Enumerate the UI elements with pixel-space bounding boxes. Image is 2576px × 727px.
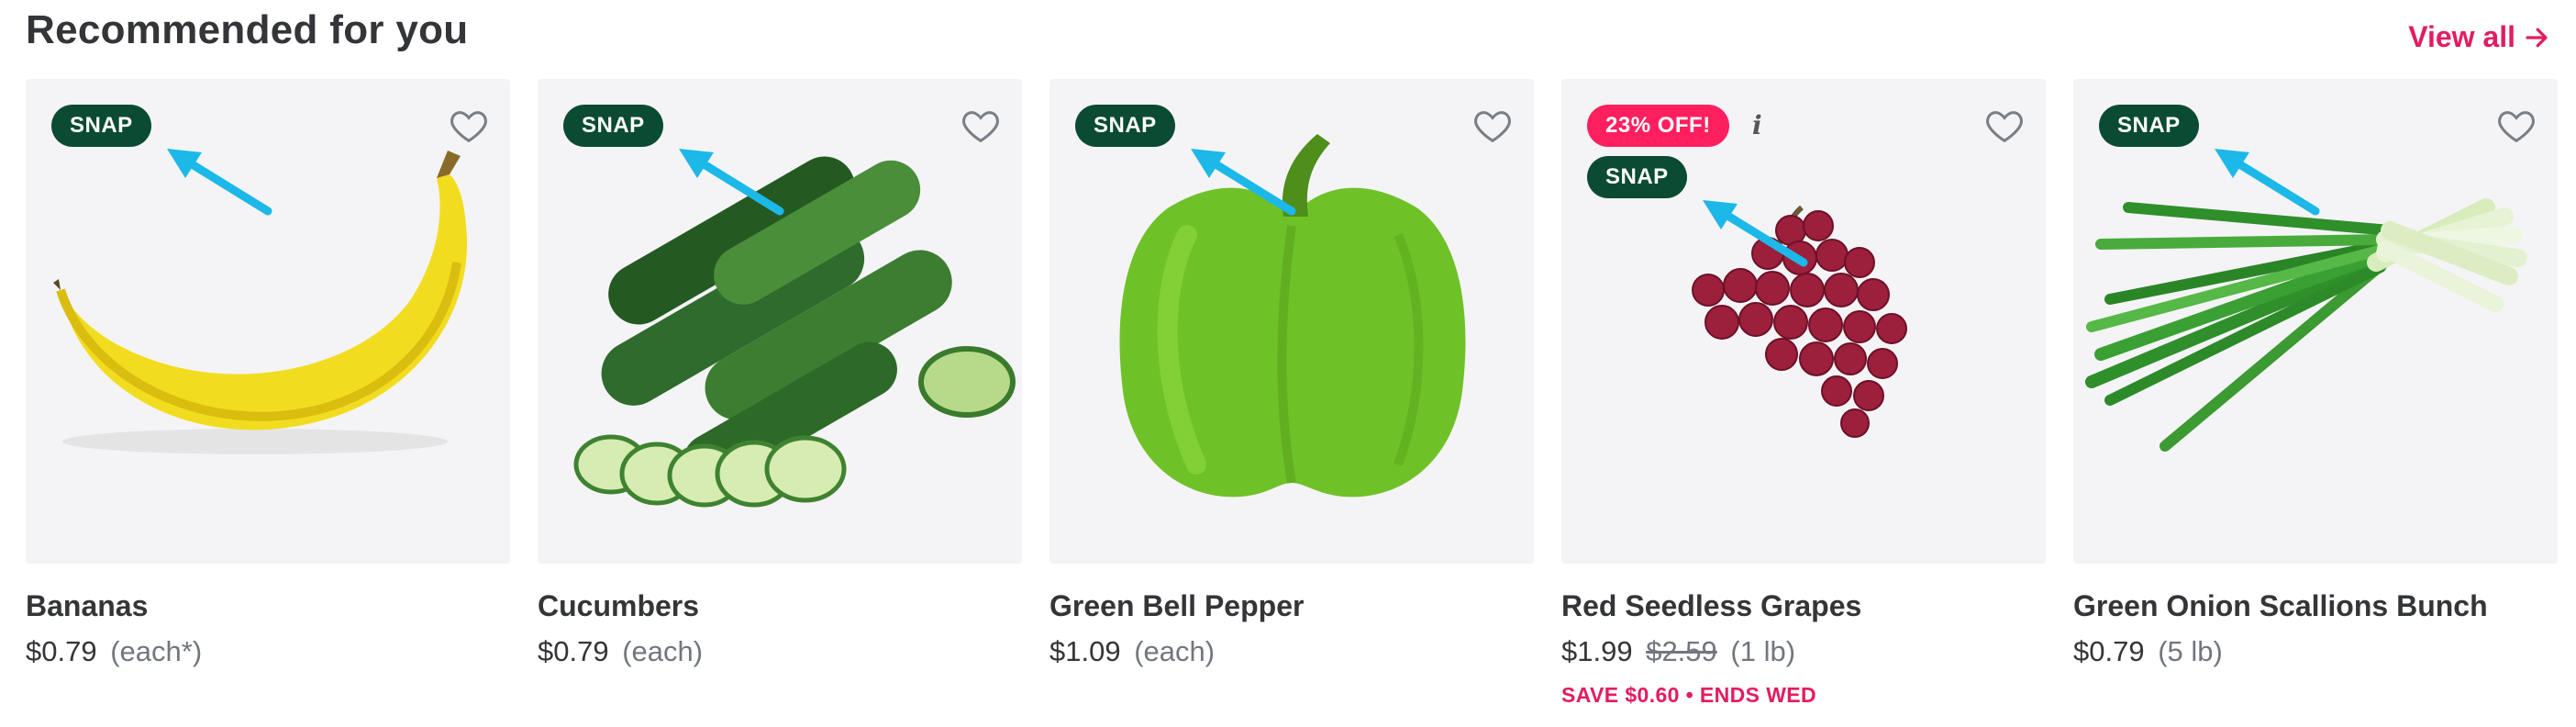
product-unit: (each) [622,635,704,667]
banana-image [53,151,468,454]
product-name[interactable]: Bananas [26,589,148,623]
product-unit: (each*) [110,635,203,667]
snap-badge: SNAP [563,105,663,147]
heart-outline-icon[interactable] [1471,105,1514,147]
info-icon[interactable]: i [1752,110,1762,140]
product-card-green-onion-scallions[interactable]: SNAP Green Onion Scallions Bunch $0.79 (… [2073,79,2558,721]
section-header: Recommended for you View all [26,0,2550,73]
price-line: $0.79 (each) [538,635,703,668]
snap-badge: SNAP [1587,156,1687,198]
heart-outline-icon[interactable] [448,105,490,147]
product-price: $0.79 [26,635,97,667]
product-image-tile[interactable]: 23% OFF! i SNAP [1561,79,2046,564]
product-card-red-seedless-grapes[interactable]: 23% OFF! i SNAP Red Seedless Grapes $1.9… [1561,79,2046,721]
product-name[interactable]: Green Onion Scallions Bunch [2073,589,2488,623]
red-grapes-image [1692,205,1907,438]
product-name[interactable]: Cucumbers [538,589,699,623]
product-card-bananas[interactable]: SNAP Bananas $0.79 (each*) [26,79,510,721]
cucumbers-image [573,156,1016,508]
product-unit: (1 lb) [1730,635,1796,667]
price-line: $1.09 (each) [1049,635,1215,668]
product-unit: (each) [1134,635,1216,667]
snap-badge: SNAP [2099,105,2199,147]
price-line: $0.79 (each*) [26,635,202,668]
product-unit: (5 lb) [2158,635,2223,667]
product-image-tile[interactable]: SNAP [538,79,1022,564]
heart-outline-icon[interactable] [2495,105,2537,147]
product-image-tile[interactable]: SNAP [2073,79,2558,564]
price-line: $1.99 $2.59 (1 lb) [1561,635,1795,668]
view-all-label: View all [2408,20,2515,53]
price-line: $0.79 (5 lb) [2073,635,2223,668]
original-price: $2.59 [1646,635,1717,667]
heart-outline-icon[interactable] [960,105,1002,147]
product-price: $0.79 [538,635,609,667]
heart-outline-icon[interactable] [1983,105,2026,147]
product-card-green-bell-pepper[interactable]: SNAP Green Bell Pepper $1.09 (each) [1049,79,1534,721]
product-price: $0.79 [2073,635,2145,667]
section-title: Recommended for you [26,7,469,52]
product-carousel: SNAP Bananas $0.79 (each*) SNAP Cucumber… [26,79,2558,721]
snap-badge: SNAP [51,105,151,147]
snap-badge: SNAP [1075,105,1175,147]
product-image-tile[interactable]: SNAP [1049,79,1534,564]
product-image-tile[interactable]: SNAP [26,79,510,564]
green-onion-image [2085,198,2527,452]
product-name[interactable]: Green Bell Pepper [1049,589,1304,623]
product-price: $1.09 [1049,635,1121,667]
green-bell-pepper-image [1119,134,1466,498]
discount-badge: 23% OFF! [1587,105,1729,147]
view-all-link[interactable]: View all [2408,20,2550,54]
product-name[interactable]: Red Seedless Grapes [1561,589,1861,623]
arrow-right-icon [2526,28,2548,47]
promo-text: SAVE $0.60 • ENDS WED [1561,683,1817,707]
product-price: $1.99 [1561,635,1633,667]
product-card-cucumbers[interactable]: SNAP Cucumbers $0.79 (each) [538,79,1022,721]
